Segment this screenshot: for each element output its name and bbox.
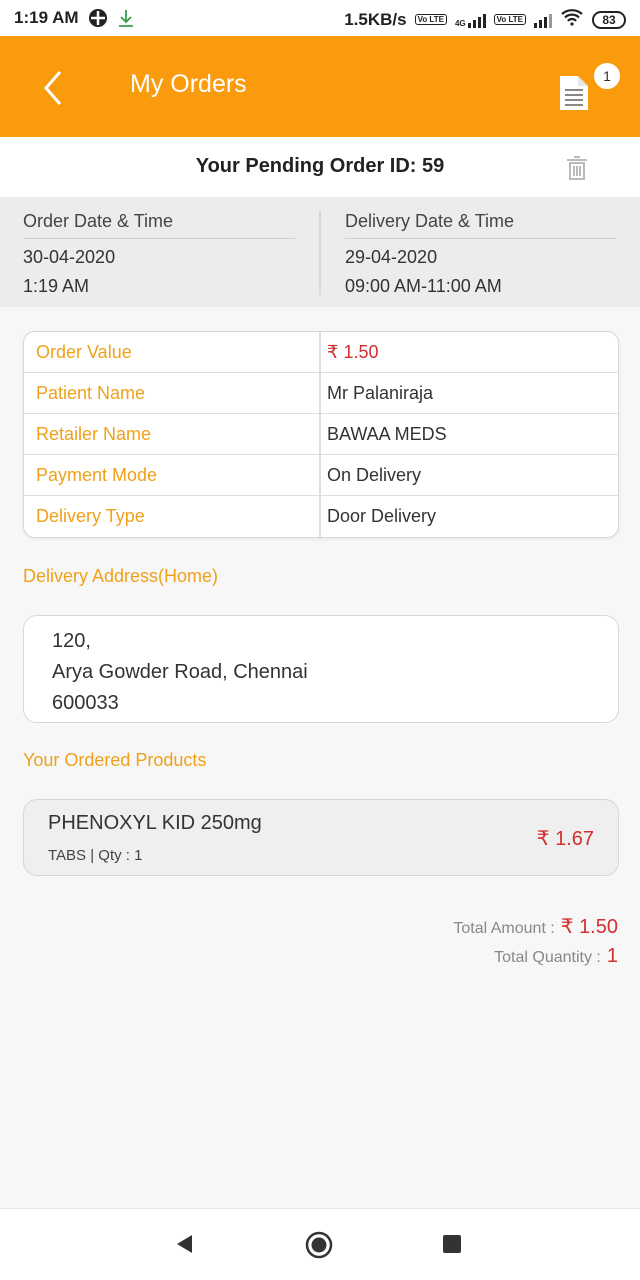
detail-label: Patient Name bbox=[36, 383, 146, 403]
signal-4g-icon: 4G bbox=[455, 12, 486, 28]
status-bar: 1:19 AM 1.5KB/s Vo LTE 4G Vo LTE 83 bbox=[0, 0, 640, 36]
delivery-date-label: Delivery Date & Time bbox=[345, 211, 515, 231]
wifi-icon bbox=[560, 8, 584, 31]
circle-home-icon bbox=[305, 1231, 333, 1259]
detail-label: Retailer Name bbox=[36, 424, 152, 444]
total-quantity-row: Total Quantity : 1 bbox=[494, 945, 618, 968]
address-line-3: 600033 bbox=[52, 692, 119, 714]
detail-row-payment-mode: Payment Mode On Delivery bbox=[24, 455, 618, 496]
nav-back-button[interactable] bbox=[174, 1233, 196, 1260]
battery-icon: 83 bbox=[592, 10, 626, 29]
order-details-table: Order Value ₹ 1.50 Patient Name Mr Palan… bbox=[23, 331, 619, 538]
app-bar: My Orders 1 bbox=[0, 36, 640, 137]
delivery-address-label: Delivery Address(Home) bbox=[23, 566, 219, 586]
network-speed: 1.5KB/s bbox=[344, 9, 407, 29]
detail-value: ₹ 1.50 bbox=[327, 342, 379, 362]
address-line-1: 120, bbox=[52, 630, 91, 652]
detail-value: BAWAA MEDS bbox=[327, 424, 447, 444]
triangle-back-icon bbox=[177, 1235, 192, 1253]
detail-label: Order Value bbox=[36, 342, 132, 362]
product-item[interactable]: PHENOXYL KID 250mg TABS | Qty : 1 ₹ 1.67 bbox=[23, 799, 619, 876]
detail-value: Mr Palaniraja bbox=[327, 383, 434, 403]
detail-label: Delivery Type bbox=[36, 506, 145, 526]
total-quantity-label: Total Quantity : bbox=[494, 949, 601, 966]
pending-order-header: Your Pending Order ID: 59 bbox=[0, 137, 640, 197]
download-icon bbox=[116, 8, 136, 33]
detail-row-patient-name: Patient Name Mr Palaniraja bbox=[24, 373, 618, 414]
volte-icon-2: Vo LTE bbox=[493, 14, 526, 25]
total-amount-row: Total Amount : ₹ 1.50 bbox=[453, 914, 618, 939]
detail-row-retailer-name: Retailer Name BAWAA MEDS bbox=[24, 414, 618, 455]
total-amount-label: Total Amount : bbox=[453, 920, 555, 937]
delivery-address-box: 120, Arya Gowder Road, Chennai 600033 bbox=[23, 615, 619, 723]
address-line-2: Arya Gowder Road, Chennai bbox=[52, 661, 308, 683]
system-nav-bar bbox=[0, 1208, 640, 1280]
pending-order-title: Your Pending Order ID: 59 bbox=[195, 155, 445, 177]
status-time: 1:19 AM bbox=[14, 8, 79, 27]
nav-home-button[interactable] bbox=[305, 1231, 333, 1264]
detail-value: Door Delivery bbox=[327, 506, 437, 526]
trash-icon bbox=[567, 156, 587, 180]
product-name: PHENOXYL KID 250mg bbox=[48, 812, 262, 834]
back-button[interactable] bbox=[36, 68, 72, 108]
detail-value: On Delivery bbox=[327, 465, 422, 485]
order-date-block: Order Date & Time 30-04-2020 1:19 AM bbox=[23, 211, 295, 305]
order-date-label: Order Date & Time bbox=[23, 211, 174, 231]
chevron-left-icon bbox=[44, 71, 62, 105]
detail-row-delivery-type: Delivery Type Door Delivery bbox=[24, 496, 618, 537]
detail-label: Payment Mode bbox=[36, 465, 158, 485]
product-meta: TABS | Qty : 1 bbox=[48, 847, 143, 864]
ordered-products-label: Your Ordered Products bbox=[23, 750, 207, 770]
volte-icon: Vo LTE bbox=[414, 14, 447, 25]
order-date: 30-04-2020 bbox=[23, 247, 116, 267]
nav-recents-button[interactable] bbox=[443, 1235, 461, 1253]
total-amount-value: ₹ 1.50 bbox=[560, 916, 618, 938]
order-time: 1:19 AM bbox=[23, 276, 90, 296]
delete-order-button[interactable] bbox=[563, 154, 591, 182]
product-price: ₹ 1.67 bbox=[536, 828, 594, 850]
signal-icon bbox=[534, 12, 552, 28]
total-quantity-value: 1 bbox=[606, 945, 618, 967]
order-dates: Order Date & Time 30-04-2020 1:19 AM Del… bbox=[0, 197, 640, 307]
delivery-date: 29-04-2020 bbox=[345, 247, 438, 267]
page-title: My Orders bbox=[130, 70, 247, 98]
delivery-date-block: Delivery Date & Time 29-04-2020 09:00 AM… bbox=[345, 211, 617, 305]
orders-count-badge: 1 bbox=[592, 61, 622, 91]
crosshair-app-icon bbox=[88, 8, 108, 33]
detail-row-order-value: Order Value ₹ 1.50 bbox=[24, 332, 618, 373]
delivery-time: 09:00 AM-11:00 AM bbox=[345, 276, 502, 296]
